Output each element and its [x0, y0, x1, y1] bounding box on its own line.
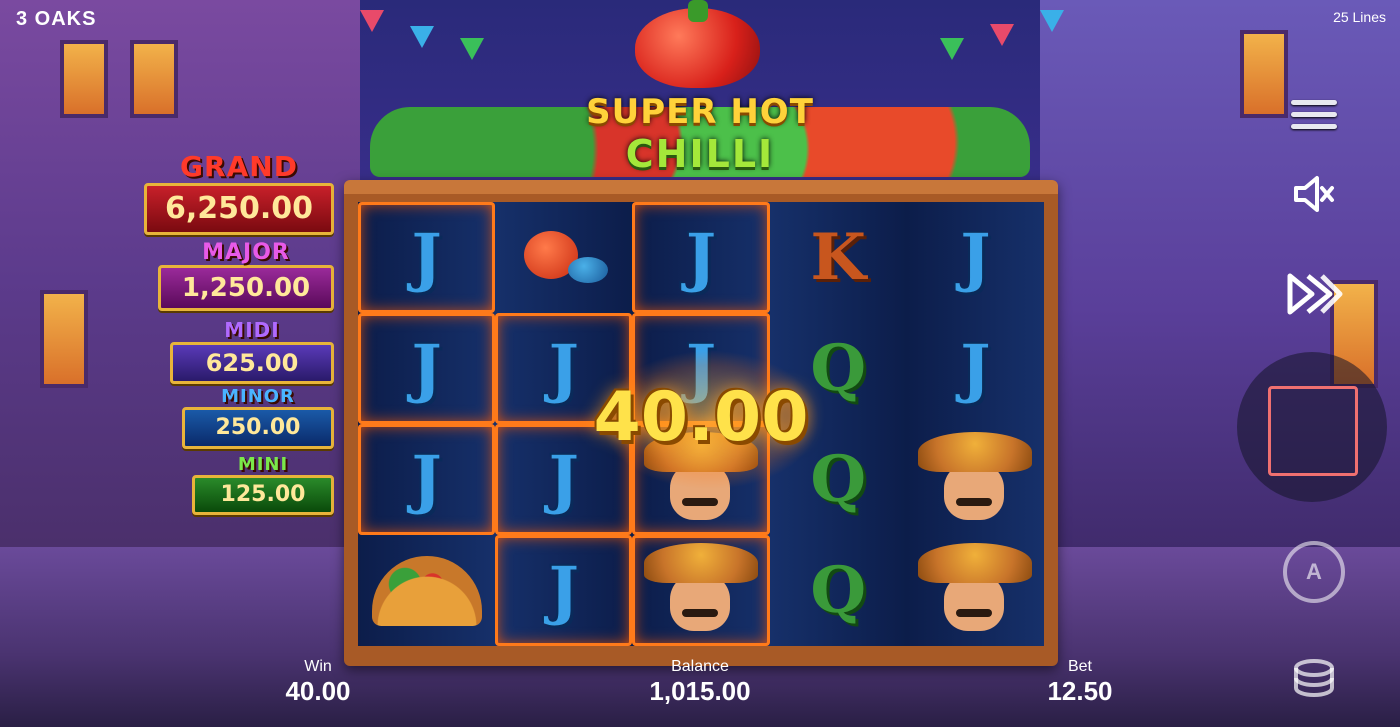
- reel-cell: K: [770, 202, 907, 313]
- menu-icon: [1291, 93, 1337, 136]
- turbo-button[interactable]: [1280, 260, 1348, 328]
- jackpot-label: MIDI: [224, 318, 280, 342]
- window: [40, 290, 88, 388]
- jackpot-label: MINI: [237, 454, 289, 475]
- reel-cell: J: [358, 313, 495, 424]
- game-logo: SUPER HOT CHILLI: [340, 0, 1060, 185]
- sound-toggle-button[interactable]: [1280, 160, 1348, 228]
- jackpot-major: MAJOR 1,250.00: [158, 240, 334, 311]
- jackpot-mini: MINI 125.00: [192, 454, 334, 515]
- win-label: Win: [304, 658, 332, 675]
- jackpot-label: MAJOR: [202, 240, 290, 265]
- coins-stack-icon: [1294, 659, 1334, 698]
- reel-cell: Q: [770, 535, 907, 646]
- balance-value: 1,015.00: [649, 676, 751, 706]
- symbol-mariachi-icon: [641, 542, 760, 639]
- symbol-j: J: [411, 331, 442, 406]
- symbol-k: K: [810, 220, 866, 295]
- reel-cell: J: [358, 202, 495, 313]
- reel-cell: J: [632, 202, 769, 313]
- jackpot-value: 1,250.00: [158, 265, 334, 311]
- symbol-maracas-icon: [523, 223, 608, 293]
- symbol-j: J: [548, 553, 579, 628]
- symbol-j: J: [960, 220, 991, 295]
- symbol-j: J: [685, 220, 717, 295]
- jackpot-value: 6,250.00: [144, 183, 334, 235]
- window: [130, 40, 178, 118]
- autoplay-button[interactable]: A: [1280, 538, 1348, 606]
- symbol-j: J: [411, 442, 442, 517]
- jackpot-value: 125.00: [192, 475, 334, 515]
- bet-value: 12.50: [1047, 676, 1113, 706]
- reel-cell: [907, 535, 1044, 646]
- bet-label: Bet: [1067, 658, 1092, 675]
- reel-cell: [358, 535, 495, 646]
- win-value: 40.00: [285, 676, 351, 706]
- bet-settings-button[interactable]: [1280, 648, 1348, 716]
- window: [60, 40, 108, 118]
- symbol-q: Q: [810, 553, 867, 628]
- logo-title-line1: SUPER HOT: [586, 92, 814, 132]
- symbol-j: J: [411, 220, 442, 295]
- reel-cell: J: [907, 313, 1044, 424]
- jackpot-value: 625.00: [170, 342, 334, 384]
- win-display: Win 40.00: [268, 658, 368, 707]
- win-amount-overlay: 40.00: [593, 378, 809, 457]
- autoplay-icon: A: [1283, 541, 1345, 603]
- symbol-mariachi-icon: [916, 542, 1035, 639]
- sound-off-icon: [1294, 176, 1334, 212]
- menu-button[interactable]: [1280, 80, 1348, 148]
- provider-logo: 3 OAKS: [16, 8, 97, 30]
- reel-cell: [495, 202, 632, 313]
- jackpot-label: GRAND: [180, 150, 298, 183]
- reel-cell: J: [358, 424, 495, 535]
- logo-title-line2: CHILLI: [625, 132, 775, 176]
- fast-forward-icon: [1287, 273, 1343, 315]
- bet-display[interactable]: Bet 12.50: [1030, 658, 1130, 707]
- balance-display: Balance 1,015.00: [620, 658, 780, 707]
- jackpot-label: MINOR: [221, 386, 295, 407]
- jackpot-grand: GRAND 6,250.00: [144, 150, 334, 235]
- symbol-j: J: [960, 331, 991, 406]
- paylines-label: 25 Lines: [1333, 9, 1386, 25]
- reel-cell: [632, 535, 769, 646]
- reel-cell: J: [907, 202, 1044, 313]
- jackpot-value: 250.00: [182, 407, 334, 449]
- reel-cell: [907, 424, 1044, 535]
- stop-icon[interactable]: [1268, 386, 1358, 476]
- balance-label: Balance: [671, 658, 729, 675]
- jackpot-minor: MINOR 250.00: [182, 386, 334, 449]
- reel-cell: J: [495, 535, 632, 646]
- symbol-mariachi-icon: [916, 431, 1035, 528]
- jackpot-midi: MIDI 625.00: [170, 318, 334, 384]
- symbol-taco-icon: [371, 555, 482, 626]
- pepper-stem: [688, 0, 708, 22]
